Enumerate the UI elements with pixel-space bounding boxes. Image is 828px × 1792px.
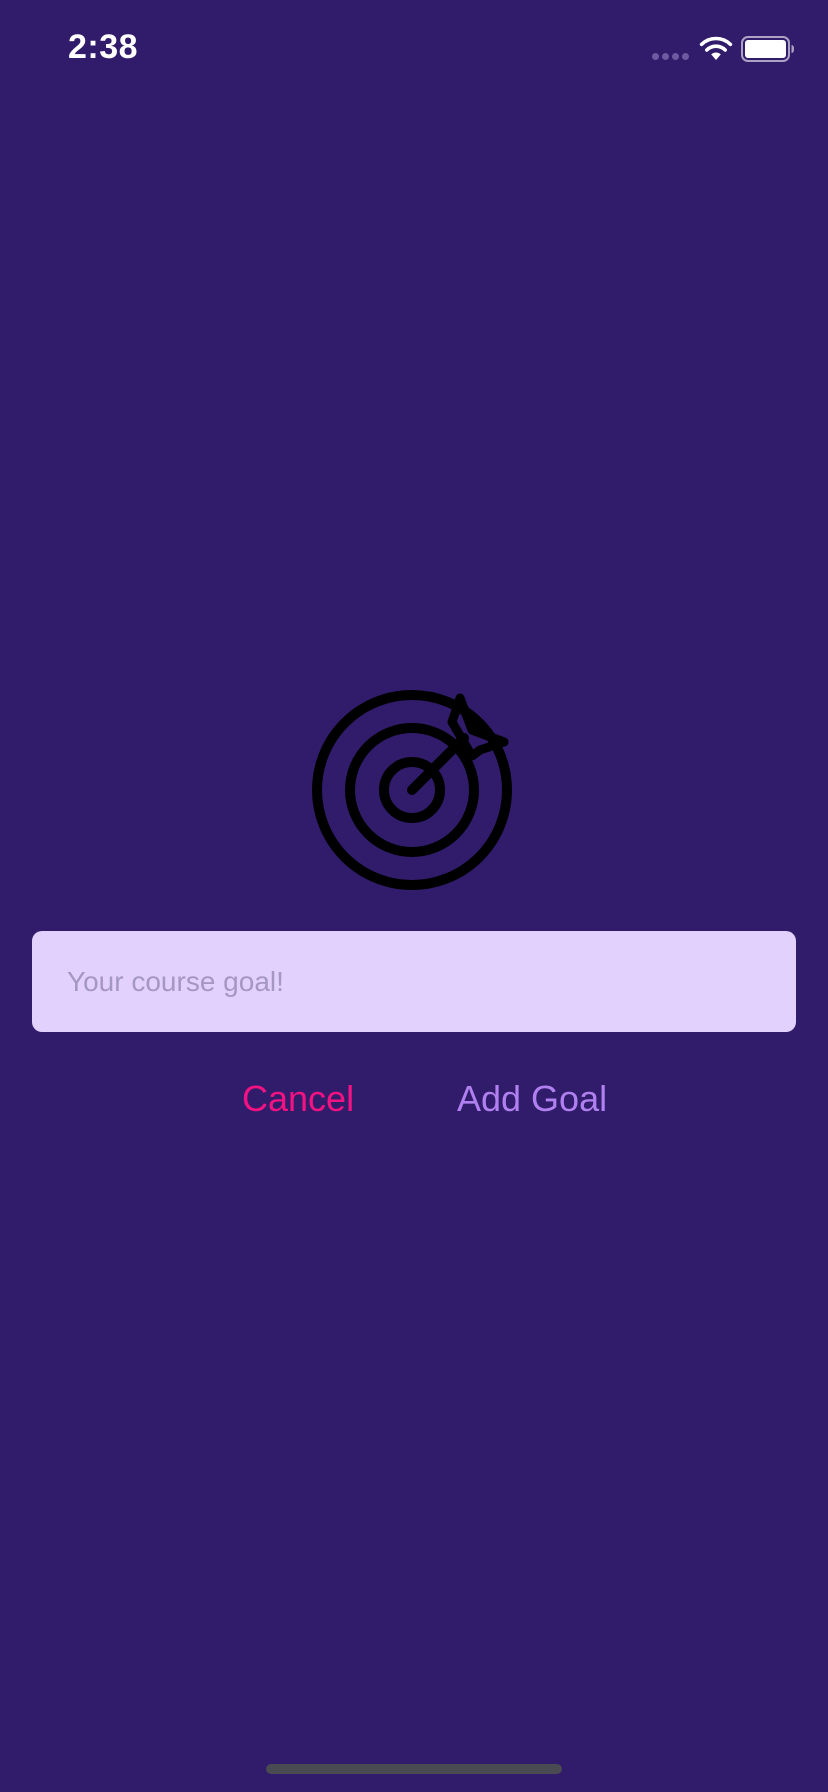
wifi-icon — [699, 36, 733, 60]
signal-dots-icon — [652, 53, 689, 60]
home-indicator[interactable] — [266, 1764, 562, 1774]
status-bar: 2:38 — [0, 0, 828, 100]
status-time: 2:38 — [68, 28, 139, 66]
add-goal-button[interactable]: Add Goal — [457, 1078, 607, 1120]
target-icon — [312, 690, 512, 890]
battery-icon — [741, 36, 794, 62]
course-goal-input[interactable] — [32, 931, 796, 1032]
cancel-button[interactable]: Cancel — [242, 1078, 354, 1120]
